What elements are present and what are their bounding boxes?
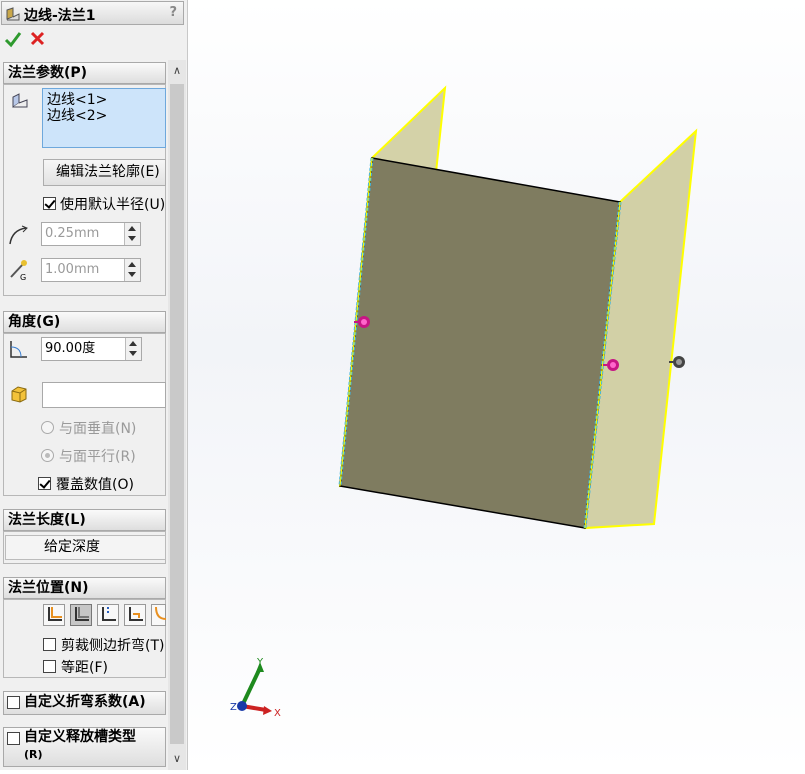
flange-angle-icon — [8, 338, 30, 364]
y-axis-arrow — [240, 667, 262, 707]
normal-to-face-label: 与面垂直(N) — [59, 418, 136, 438]
custom-bend-allowance-checkbox[interactable] — [7, 696, 20, 709]
material-inside-icon[interactable] — [43, 604, 65, 626]
z-axis-label: Z — [230, 702, 237, 713]
x-axis-label: X — [274, 708, 281, 719]
reference-triad: Y X Z — [230, 657, 281, 719]
base-face[interactable] — [339, 157, 621, 529]
y-axis-label: Y — [256, 657, 264, 668]
parallel-to-face-text: 与面平行(R) — [59, 449, 136, 465]
bend-outside-icon[interactable] — [97, 604, 119, 626]
custom-relief-type-label: 自定义释放槽类型 — [24, 729, 136, 745]
edge-select-icon — [10, 91, 30, 115]
flange-length-header[interactable]: 法兰长度(L) — [3, 509, 166, 531]
trim-side-bends-checkbox[interactable] — [43, 638, 56, 651]
gap-distance-input[interactable]: 1.00mm — [41, 258, 141, 282]
bend-radius-icon — [8, 224, 30, 250]
override-value-label: 覆盖数值(O) — [56, 477, 134, 493]
flange-params-header[interactable]: 法兰参数(P) — [3, 62, 166, 84]
gap-distance-icon: G — [8, 259, 30, 285]
end-condition-dropdown[interactable]: 给定深度 — [5, 535, 166, 560]
bend-radius-input[interactable]: 0.25mm — [41, 222, 141, 246]
panel-title: 边线-法兰1 — [24, 8, 96, 24]
panel-title-bar: 边线-法兰1 ? — [1, 1, 184, 25]
material-outside-icon[interactable] — [70, 604, 92, 626]
end-condition-value: 给定深度 — [44, 539, 100, 555]
edit-flange-profile-button[interactable]: 编辑法兰轮廓(E) — [43, 159, 166, 186]
custom-relief-type-checkbox[interactable] — [7, 732, 20, 745]
custom-relief-type-header[interactable]: 自定义释放槽类型 (R) — [3, 727, 166, 767]
ok-button[interactable] — [4, 30, 22, 48]
edge-flange-icon — [5, 6, 21, 26]
edge-item-1[interactable]: 边线<1> — [47, 92, 165, 108]
graphics-viewport[interactable]: Y X Z — [188, 0, 805, 770]
offset-checkbox[interactable] — [43, 660, 56, 673]
offset-label: 等距(F) — [61, 660, 108, 676]
face-select-icon — [9, 384, 29, 408]
flange-angle-value: 90.00度 — [45, 341, 96, 356]
gap-distance-spinner[interactable] — [124, 259, 140, 281]
use-default-radius-label: 使用默认半径(U) — [60, 197, 166, 213]
bend-radius-spinner[interactable] — [124, 223, 140, 245]
help-icon[interactable]: ? — [169, 5, 177, 20]
custom-bend-allowance-header[interactable]: 自定义折弯系数(A) — [3, 691, 166, 715]
use-default-radius-checkbox[interactable] — [43, 197, 56, 210]
z-axis-dot — [237, 701, 247, 711]
scroll-down-icon[interactable]: ∨ — [168, 750, 186, 768]
x-axis-arrowhead — [263, 706, 272, 715]
property-manager-panel: 边线-法兰1 ? ∧ ∨ 法兰参数(P) 边线<1> 边线<2> 编辑法兰轮廓(… — [0, 0, 188, 770]
parallel-to-face-label: 与面平行(R) — [59, 446, 136, 466]
flange-position-header[interactable]: 法兰位置(N) — [3, 577, 166, 599]
edge-item-2[interactable]: 边线<2> — [47, 108, 165, 124]
tangent-bend-icon[interactable] — [151, 604, 167, 626]
trim-side-bends-label: 剪裁侧边折弯(T) — [61, 638, 165, 654]
cancel-button[interactable] — [29, 30, 47, 48]
scroll-thumb[interactable] — [170, 84, 184, 744]
edges-listbox[interactable]: 边线<1> 边线<2> — [42, 88, 166, 148]
angle-header[interactable]: 角度(G) — [3, 311, 166, 333]
scroll-up-icon[interactable]: ∧ — [168, 62, 186, 80]
override-value-checkbox[interactable] — [38, 477, 51, 490]
gap-distance-value: 1.00mm — [45, 262, 100, 277]
svg-text:G: G — [20, 273, 26, 281]
flange-angle-input[interactable]: 90.00度 — [41, 337, 142, 361]
custom-relief-type-mnemonic: (R) — [24, 748, 43, 761]
virtual-sharp-icon[interactable] — [124, 604, 146, 626]
x-icon — [30, 31, 45, 46]
panel-scrollbar[interactable]: ∧ ∨ — [168, 60, 186, 770]
normal-to-face-radio[interactable] — [41, 421, 54, 434]
reference-face-field[interactable] — [42, 382, 166, 408]
normal-to-face-text: 与面垂直(N) — [59, 421, 137, 437]
checkmark-icon — [4, 32, 22, 48]
flange-angle-spinner[interactable] — [125, 338, 141, 360]
parallel-to-face-radio[interactable] — [41, 449, 54, 462]
bend-radius-value: 0.25mm — [45, 226, 100, 241]
